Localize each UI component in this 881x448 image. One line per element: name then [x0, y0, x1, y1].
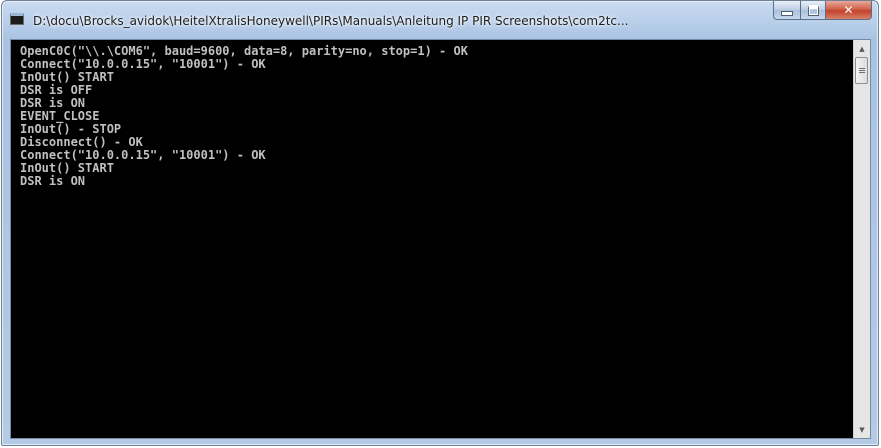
console-app-icon[interactable] [10, 13, 24, 25]
minimize-icon [781, 10, 793, 16]
console-line: EVENT_CLOSE [20, 109, 100, 123]
thumb-grip-line [859, 70, 865, 71]
console-line: Connect("10.0.0.15", "10001") - OK [20, 57, 266, 71]
console-window: D:\docu\Brocks_avidok\HeitelXtralisHoney… [1, 0, 879, 446]
thumb-grip-line [859, 68, 865, 69]
console-line: InOut() START [20, 161, 114, 175]
window-title: D:\docu\Brocks_avidok\HeitelXtralisHoney… [33, 14, 629, 28]
console-line: DSR is ON [20, 174, 86, 188]
window-controls: ✕ [773, 1, 872, 21]
title-bar[interactable]: D:\docu\Brocks_avidok\HeitelXtralisHoney… [2, 1, 878, 39]
thumb-grip-line [859, 72, 865, 73]
close-button[interactable]: ✕ [826, 1, 872, 20]
console-client-area: OpenC0C("\\.\COM6", baud=9600, data=8, p… [10, 39, 871, 439]
scroll-down-button[interactable]: ▼ [854, 421, 870, 438]
console-line: InOut() - STOP [20, 122, 122, 136]
console-line: InOut() START [20, 70, 114, 84]
scroll-up-button[interactable]: ▲ [854, 40, 870, 57]
scroll-up-arrow-icon: ▲ [859, 44, 865, 53]
vertical-scrollbar[interactable]: ▲ ▼ [853, 40, 870, 438]
console-line: DSR is ON [20, 96, 86, 110]
scroll-down-arrow-icon: ▼ [859, 425, 865, 434]
console-line: Connect("10.0.0.15", "10001") - OK [20, 148, 266, 162]
maximize-button[interactable] [800, 1, 826, 20]
close-icon: ✕ [843, 3, 854, 17]
console-line: DSR is OFF [20, 83, 93, 97]
maximize-icon [807, 4, 819, 16]
scrollbar-thumb[interactable] [855, 57, 868, 84]
console-output[interactable]: OpenC0C("\\.\COM6", baud=9600, data=8, p… [11, 40, 853, 438]
minimize-button[interactable] [773, 1, 800, 20]
